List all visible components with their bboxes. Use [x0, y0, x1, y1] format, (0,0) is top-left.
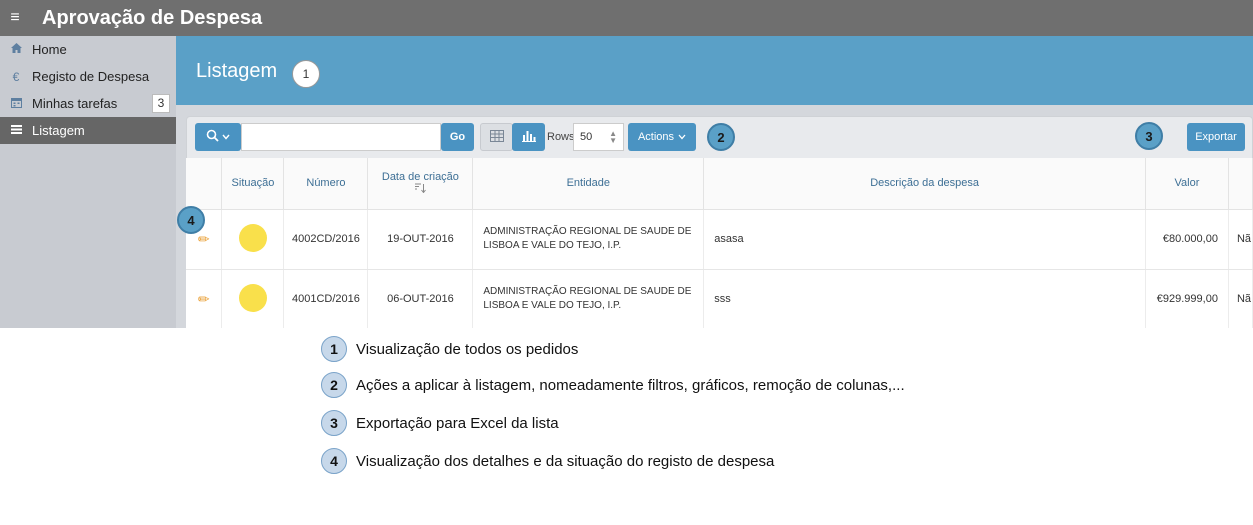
- rows-label: Rows: [547, 131, 575, 143]
- entidade-cell: ADMINISTRAÇÃO REGIONAL DE SAUDE DE LISBO…: [472, 269, 705, 328]
- search-column-button[interactable]: [195, 123, 241, 151]
- column-header-data[interactable]: Data de criação: [367, 158, 474, 210]
- home-icon: [0, 43, 32, 56]
- legend-number: 1: [321, 336, 347, 362]
- column-header-extra: [1228, 158, 1253, 210]
- bar-chart-icon: [521, 129, 536, 145]
- table-row: ✏ 4002CD/2016 19-OUT-2016 ADMINISTRAÇÃO …: [186, 209, 1253, 270]
- legend-text: Ações a aplicar à listagem, nomeadamente…: [356, 376, 905, 394]
- top-bar: ≡ Aprovação de Despesa: [0, 0, 1253, 36]
- column-header-valor[interactable]: Valor: [1145, 158, 1229, 210]
- search-icon: [206, 129, 219, 145]
- report-table: Situação Número Data de criação Entidade…: [186, 158, 1253, 328]
- valor-cell: €80.000,00: [1145, 209, 1229, 270]
- callout-4: 4: [177, 206, 205, 234]
- column-header-data-label: Data de criação: [381, 171, 459, 184]
- grid-view-icon: [489, 129, 504, 145]
- pencil-edit-icon[interactable]: ✏: [198, 291, 210, 307]
- export-button[interactable]: Exportar: [1187, 123, 1245, 151]
- column-header-entidade[interactable]: Entidade: [472, 158, 705, 210]
- status-indicator: [238, 283, 267, 312]
- calendar-icon: [0, 97, 32, 111]
- callout-1: 1: [292, 60, 320, 88]
- data-cell: 06-OUT-2016: [367, 269, 474, 328]
- legend-number: 4: [321, 448, 347, 474]
- extra-cell: Nã: [1228, 209, 1253, 270]
- numero-cell: 4002CD/2016: [283, 209, 369, 270]
- app-title: Aprovação de Despesa: [42, 6, 263, 29]
- descricao-cell: asasa: [703, 209, 1146, 270]
- rows-value: 50: [580, 131, 593, 143]
- legend-text: Visualização dos detalhes e da situação …: [356, 452, 775, 470]
- stepper-arrows-icon: ▲ ▼: [609, 129, 617, 145]
- callout-3: 3: [1135, 122, 1163, 150]
- euro-icon: €: [12, 69, 20, 84]
- legend-number: 3: [321, 410, 347, 436]
- sort-descending-icon: [368, 183, 472, 195]
- sidebar-item-listagem[interactable]: Listagem: [0, 117, 176, 144]
- extra-cell: Nã: [1228, 269, 1253, 328]
- go-button[interactable]: Go: [441, 123, 474, 151]
- rows-select[interactable]: 50 ▲ ▼: [573, 123, 624, 151]
- legend-text: Exportação para Excel da lista: [356, 414, 559, 432]
- status-indicator: [238, 223, 267, 252]
- data-cell: 19-OUT-2016: [367, 209, 474, 270]
- sidebar-item-label: Home: [32, 42, 67, 57]
- chart-view-button[interactable]: [512, 123, 545, 151]
- chevron-down-icon: [222, 132, 230, 142]
- legend-item: 2 Ações a aplicar à listagem, nomeadamen…: [321, 372, 905, 398]
- actions-label: Actions: [637, 131, 675, 143]
- numero-cell: 4001CD/2016: [283, 269, 369, 328]
- valor-cell: €929.999,00: [1145, 269, 1229, 328]
- sidebar-item-label: Listagem: [32, 123, 85, 138]
- pencil-edit-icon[interactable]: ✏: [198, 231, 210, 247]
- callout-2: 2: [707, 123, 735, 151]
- column-header-descricao[interactable]: Descrição da despesa: [703, 158, 1146, 210]
- sidebar-item-home[interactable]: Home: [0, 36, 176, 63]
- legend-item: 3 Exportação para Excel da lista: [321, 410, 559, 436]
- status-cell: [221, 209, 285, 270]
- list-icon: [0, 124, 32, 137]
- status-cell: [221, 269, 285, 328]
- sidebar: Home € Registo de Despesa Minhas tarefas…: [0, 36, 176, 328]
- chevron-down-icon: [678, 131, 686, 143]
- legend-item: 1 Visualização de todos os pedidos: [321, 336, 578, 362]
- report-toolbar: Go Rows 50 ▲ ▼ Actions 2 3 Exportar: [186, 116, 1253, 158]
- column-header-numero[interactable]: Número: [283, 158, 369, 210]
- sidebar-item-label: Registo de Despesa: [32, 69, 150, 84]
- grid-view-button[interactable]: [480, 123, 513, 151]
- column-header-situacao[interactable]: Situação: [221, 158, 285, 210]
- legend-number: 2: [321, 372, 347, 398]
- tasks-count-badge: 3: [152, 94, 170, 113]
- page-title: Listagem: [196, 60, 278, 82]
- edit-cell[interactable]: ✏: [186, 269, 223, 328]
- actions-menu-button[interactable]: Actions: [628, 123, 696, 151]
- menu-icon[interactable]: ≡: [0, 9, 30, 27]
- page-header: Listagem 1: [176, 36, 1253, 105]
- sidebar-item-tarefas[interactable]: Minhas tarefas 3: [0, 90, 176, 117]
- app-root: ≡ Aprovação de Despesa Home € Registo de…: [0, 0, 1253, 525]
- edit-column-header: [186, 158, 223, 210]
- descricao-cell: sss: [703, 269, 1146, 328]
- legend-text: Visualização de todos os pedidos: [356, 340, 579, 358]
- search-input[interactable]: [241, 123, 441, 151]
- expense-table: Situação Número Data de criação Entidade…: [186, 158, 1253, 328]
- entidade-cell: ADMINISTRAÇÃO REGIONAL DE SAUDE DE LISBO…: [472, 209, 705, 270]
- sidebar-item-label: Minhas tarefas: [32, 96, 118, 111]
- table-header-row: Situação Número Data de criação Entidade…: [186, 158, 1253, 210]
- sidebar-item-registo[interactable]: € Registo de Despesa: [0, 63, 176, 90]
- table-row: ✏ 4001CD/2016 06-OUT-2016 ADMINISTRAÇÃO …: [186, 269, 1253, 328]
- legend-item: 4 Visualização dos detalhes e da situaçã…: [321, 448, 774, 474]
